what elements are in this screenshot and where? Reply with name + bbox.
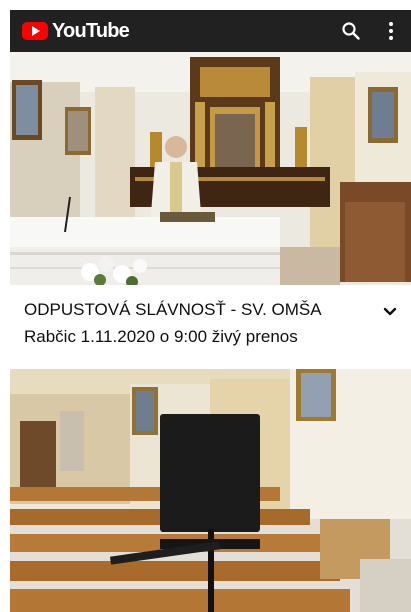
video-frame-pews [10, 369, 411, 612]
video-subtitle: Rabčic 1.11.2020 o 9:00 živý prenos [24, 327, 298, 346]
video-thumbnail-2[interactable] [10, 369, 411, 612]
video-info[interactable]: ODPUSTOVÁ SLÁVNOSŤ - SV. OMŠA Rabčic 1.1… [10, 285, 411, 355]
video-player[interactable] [10, 52, 411, 285]
expand-description-button[interactable] [377, 299, 403, 325]
more-options-button[interactable] [371, 10, 411, 52]
youtube-logo[interactable]: YouTube [22, 19, 130, 43]
app-name: YouTube [52, 19, 130, 42]
video-frame-altar [10, 52, 411, 285]
youtube-play-icon [22, 22, 48, 40]
top-app-bar: YouTube [10, 10, 411, 52]
search-button[interactable] [331, 10, 371, 52]
search-icon [342, 22, 360, 40]
video-title[interactable]: ODPUSTOVÁ SLÁVNOSŤ - SV. OMŠA [24, 300, 364, 320]
more-vert-icon [389, 22, 393, 40]
chevron-down-icon [383, 307, 397, 316]
